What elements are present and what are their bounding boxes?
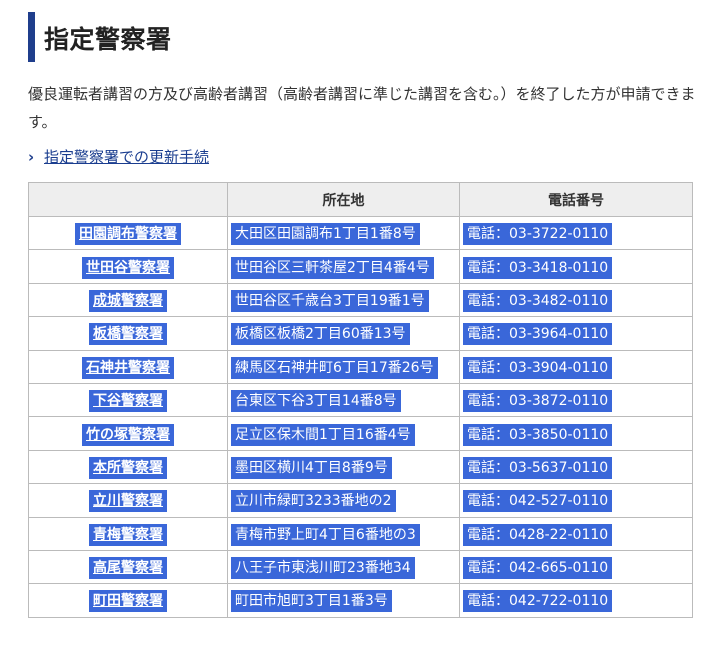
procedure-link-label[interactable]: 指定警察署での更新手続 [44,148,209,166]
station-name-link[interactable]: 高尾警察署 [89,557,167,580]
station-phone-cell: 電話：03-3850-0110 [459,416,693,451]
station-address: 台東区下谷3丁目14番8号 [231,390,401,413]
station-phone-cell: 電話：0428-22-0110 [459,516,693,551]
police-station-table: 所在地 電話番号 田園調布警察署 大田区田園調布1丁目1番8号 電話：03-3722… [28,182,693,618]
table-row: 世田谷警察署 世田谷区三軒茶屋2丁目4番4号 電話：03-3418-0110 [28,249,693,284]
table-row: 高尾警察署 八王子市東浅川町23番地34 電話：042-665-0110 [28,549,693,585]
table-row: 板橋警察署 板橋区板橋2丁目60番13号 電話：03-3964-0110 [28,316,693,351]
station-name-cell: 立川警察署 [28,483,228,518]
station-name-link[interactable]: 成城警察署 [89,289,167,312]
station-name-cell: 青梅警察署 [28,516,228,551]
station-name-link[interactable]: 田園調布警察署 [75,223,181,246]
chevron-right-icon: › [28,148,35,166]
station-phone: 電話：0428-22-0110 [463,523,613,546]
station-phone: 電話：03-3722-0110 [463,223,613,246]
station-phone-cell: 電話：042-722-0110 [459,583,693,618]
station-name-cell: 成城警察署 [28,282,228,318]
station-address: 青梅市野上町4丁目6番地の3 [231,523,420,546]
station-address: 練馬区石神井町6丁目17番26号 [231,356,438,379]
station-address-cell: 青梅市野上町4丁目6番地の3 [227,516,460,551]
station-name-cell: 高尾警察署 [28,549,228,585]
station-phone-cell: 電話：03-3964-0110 [459,316,693,351]
page-title: 指定警察署 [44,25,172,54]
station-phone: 電話：03-3850-0110 [463,423,613,446]
station-phone: 電話：042-527-0110 [463,490,613,513]
page-heading: 指定警察署 [28,12,708,62]
table-row: 下谷警察署 台東区下谷3丁目14番8号 電話：03-3872-0110 [28,382,693,418]
station-phone-cell: 電話：03-5637-0110 [459,449,693,485]
station-address-cell: 足立区保木間1丁目16番4号 [227,416,460,451]
table-row: 成城警察署 世田谷区千歳台3丁目19番1号 電話：03-3482-0110 [28,282,693,318]
station-phone: 電話：03-3418-0110 [463,256,613,279]
station-name-cell: 世田谷警察署 [28,249,228,284]
table-row: 町田警察署 町田市旭町3丁目1番3号 電話：042-722-0110 [28,583,693,618]
station-phone-cell: 電話：042-527-0110 [459,483,693,518]
station-phone-cell: 電話：03-3482-0110 [459,282,693,318]
station-phone-cell: 電話：042-665-0110 [459,549,693,585]
station-phone-cell: 電話：03-3418-0110 [459,249,693,284]
station-address-cell: 世田谷区三軒茶屋2丁目4番4号 [227,249,460,284]
station-address-cell: 板橋区板橋2丁目60番13号 [227,316,460,351]
station-address: 足立区保木間1丁目16番4号 [231,423,415,446]
heading-accent-bar [28,12,35,62]
station-name-link[interactable]: 青梅警察署 [89,523,167,546]
table-header-row: 所在地 電話番号 [28,182,693,217]
header-name [28,182,228,217]
station-address-cell: 八王子市東浅川町23番地34 [227,549,460,585]
table-row: 青梅警察署 青梅市野上町4丁目6番地の3 電話：0428-22-0110 [28,516,693,551]
station-address-cell: 台東区下谷3丁目14番8号 [227,382,460,418]
station-name-link[interactable]: 竹の塚警察署 [82,423,174,446]
station-name-cell: 竹の塚警察署 [28,416,228,451]
header-address: 所在地 [227,182,460,217]
header-phone: 電話番号 [459,182,693,217]
station-phone-cell: 電話：03-3904-0110 [459,349,693,384]
station-address: 板橋区板橋2丁目60番13号 [231,323,410,346]
table-row: 石神井警察署 練馬区石神井町6丁目17番26号 電話：03-3904-0110 [28,349,693,384]
station-phone: 電話：03-3904-0110 [463,356,613,379]
station-name-cell: 町田警察署 [28,583,228,618]
station-phone-cell: 電話：03-3722-0110 [459,215,693,251]
station-address: 町田市旭町3丁目1番3号 [231,590,392,613]
station-name-cell: 下谷警察署 [28,382,228,418]
station-name-link[interactable]: 立川警察署 [89,490,167,513]
station-address-cell: 立川市緑町3233番地の2 [227,483,460,518]
station-phone: 電話：042-665-0110 [463,557,613,580]
station-phone: 電話：03-3482-0110 [463,289,613,312]
table-row: 田園調布警察署 大田区田園調布1丁目1番8号 電話：03-3722-0110 [28,215,693,251]
station-name-link[interactable]: 世田谷警察署 [82,256,174,279]
station-address-cell: 世田谷区千歳台3丁目19番1号 [227,282,460,318]
station-phone: 電話：03-3964-0110 [463,323,613,346]
station-address-cell: 墨田区横川4丁目8番9号 [227,449,460,485]
station-address: 世田谷区千歳台3丁目19番1号 [231,289,429,312]
station-name-link[interactable]: 町田警察署 [89,590,167,613]
station-address: 大田区田園調布1丁目1番8号 [231,223,420,246]
station-address-cell: 練馬区石神井町6丁目17番26号 [227,349,460,384]
station-name-cell: 板橋警察署 [28,316,228,351]
station-address: 世田谷区三軒茶屋2丁目4番4号 [231,256,434,279]
table-row: 立川警察署 立川市緑町3233番地の2 電話：042-527-0110 [28,483,693,518]
station-address-cell: 町田市旭町3丁目1番3号 [227,583,460,618]
station-name-cell: 本所警察署 [28,449,228,485]
station-name-link[interactable]: 下谷警察署 [89,390,167,413]
table-row: 竹の塚警察署 足立区保木間1丁目16番4号 電話：03-3850-0110 [28,416,693,451]
station-phone-cell: 電話：03-3872-0110 [459,382,693,418]
station-phone: 電話：03-5637-0110 [463,456,613,479]
procedure-link[interactable]: › 指定警察署での更新手続 [28,146,209,168]
station-address: 八王子市東浅川町23番地34 [231,557,415,580]
station-phone: 電話：03-3872-0110 [463,390,613,413]
station-name-cell: 田園調布警察署 [28,215,228,251]
station-address: 墨田区横川4丁目8番9号 [231,456,392,479]
station-address: 立川市緑町3233番地の2 [231,490,396,513]
intro-text: 優良運転者講習の方及び高齢者講習（高齢者講習に準じた講習を含む。）を終了した方が… [28,85,696,131]
station-address-cell: 大田区田園調布1丁目1番8号 [227,215,460,251]
station-name-link[interactable]: 石神井警察署 [82,356,174,379]
table-row: 本所警察署 墨田区横川4丁目8番9号 電話：03-5637-0110 [28,449,693,485]
station-phone: 電話：042-722-0110 [463,590,613,613]
station-name-link[interactable]: 本所警察署 [89,456,167,479]
station-name-link[interactable]: 板橋警察署 [89,323,167,346]
station-name-cell: 石神井警察署 [28,349,228,384]
